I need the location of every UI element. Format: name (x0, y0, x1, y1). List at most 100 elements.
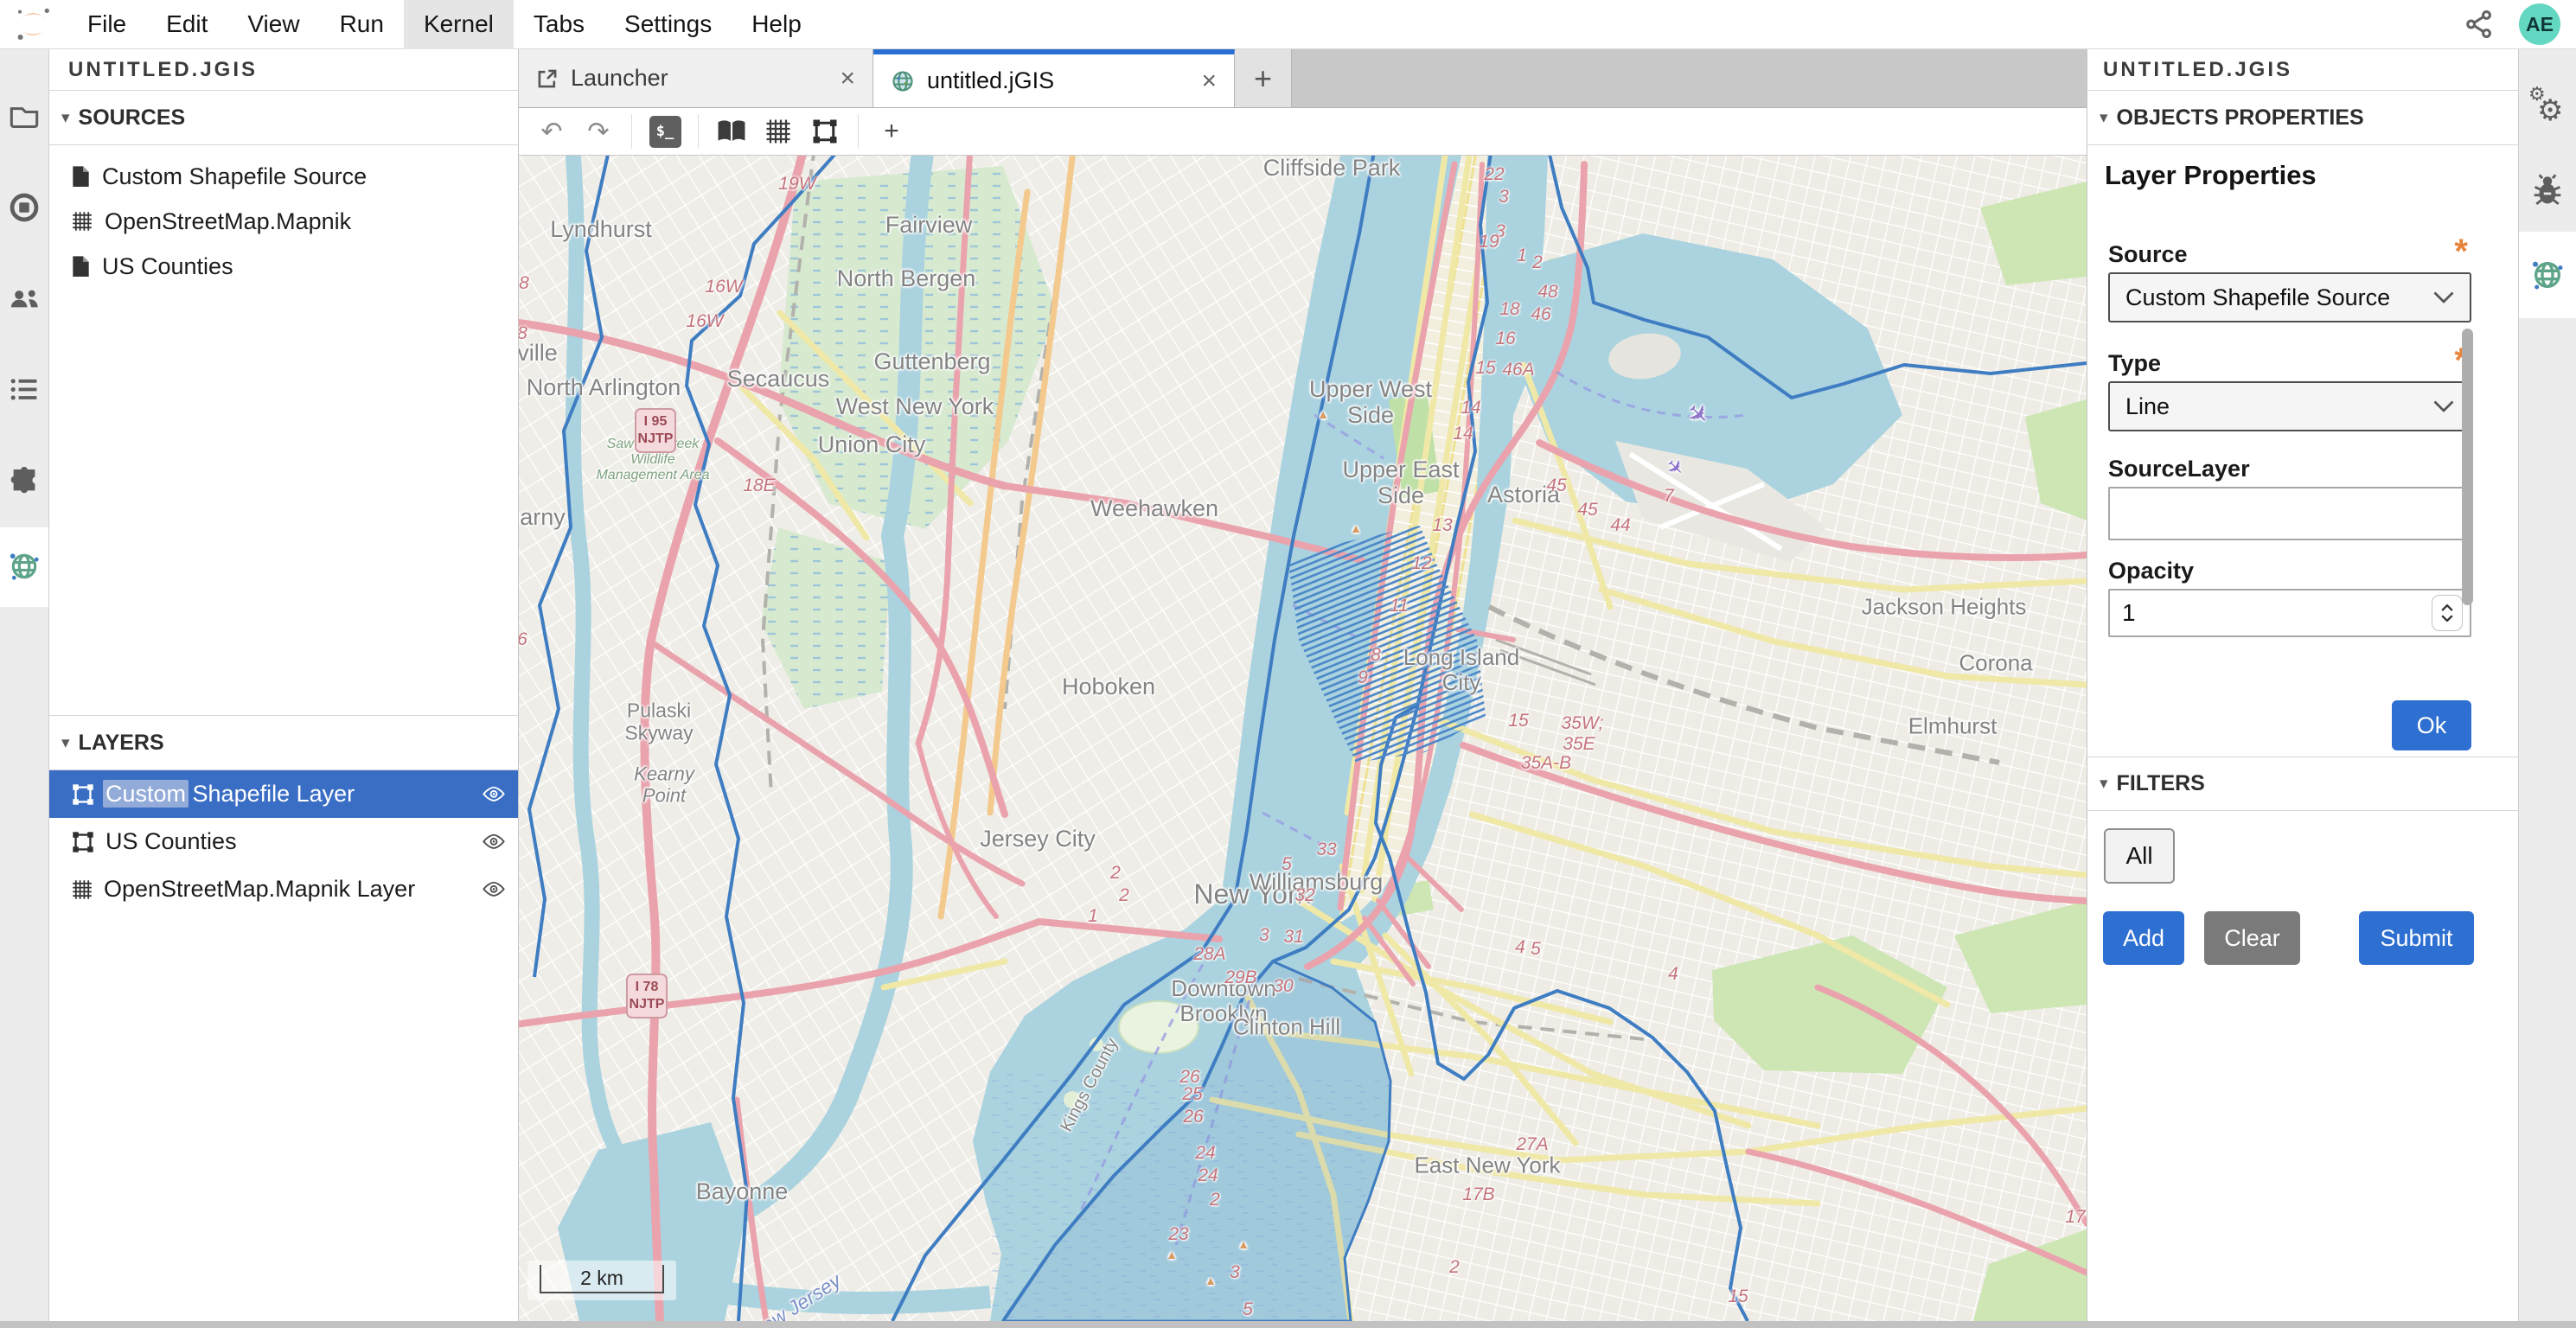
tab-untitled-jgis[interactable]: untitled.jGIS × (873, 49, 1235, 107)
caret-down-icon: ▾ (2100, 774, 2108, 794)
required-asterisk-icon: * (2454, 236, 2468, 260)
stepper-icon[interactable] (2432, 595, 2463, 631)
grid-icon (72, 211, 93, 232)
file-icon (72, 255, 90, 278)
table-of-contents-icon[interactable] (0, 359, 48, 419)
sourcelayer-input[interactable] (2108, 487, 2471, 540)
submit-filter-button[interactable]: Submit (2359, 911, 2474, 965)
close-icon[interactable]: × (840, 66, 855, 92)
source-field-label: Source (2108, 241, 2188, 268)
clear-filter-button[interactable]: Clear (2204, 911, 2300, 965)
renamed-word-highlight: Custom (103, 780, 189, 808)
redo-icon[interactable]: ↷ (578, 112, 619, 150)
right-panel-title: UNTITLED.JGIS (2087, 49, 2518, 91)
visibility-eye-icon[interactable] (482, 786, 506, 802)
toolbar-separator (631, 114, 632, 149)
ok-button[interactable]: Ok (2392, 700, 2471, 750)
opacity-number-field (2108, 589, 2471, 637)
close-icon[interactable]: × (1201, 68, 1217, 94)
caret-down-icon: ▾ (61, 733, 70, 753)
toolbar-separator (698, 114, 699, 149)
caret-down-icon: ▾ (61, 108, 70, 128)
layer-item-us-counties[interactable]: US Counties (49, 818, 518, 865)
left-panel-title: UNTITLED.JGIS (49, 49, 518, 91)
menu-run[interactable]: Run (320, 0, 404, 49)
menu-kernel[interactable]: Kernel (404, 0, 514, 49)
layer-properties-heading: Layer Properties (2105, 160, 2317, 191)
extensions-puzzle-icon[interactable] (0, 450, 48, 510)
sourcelayer-field-label: SourceLayer (2108, 456, 2250, 482)
basemap-grid-icon[interactable] (757, 112, 799, 150)
console-icon[interactable]: $_ (644, 112, 686, 150)
globe-icon (891, 69, 915, 93)
identify-book-icon[interactable] (711, 112, 752, 150)
source-item-us-counties[interactable]: US Counties (49, 244, 518, 289)
menu-help[interactable]: Help (732, 0, 821, 49)
type-field-label: Type (2108, 350, 2161, 377)
file-browser-icon[interactable] (0, 86, 48, 147)
map-art (519, 156, 2087, 1321)
add-filter-button[interactable]: Add (2103, 911, 2184, 965)
grid-icon (72, 879, 93, 900)
menu-bar: File Edit View Run Kernel Tabs Settings … (0, 0, 2576, 49)
panel-scrollbar[interactable] (2462, 329, 2473, 605)
add-layer-plus-icon[interactable]: + (871, 112, 912, 150)
layer-label: US Counties (105, 828, 237, 855)
caret-down-icon: ▾ (2100, 108, 2108, 128)
opacity-input[interactable] (2110, 599, 2404, 627)
debugger-bug-icon[interactable] (2519, 160, 2576, 220)
scalebar-label: 2 km (580, 1267, 623, 1290)
right-sidebar: UNTITLED.JGIS ▾ OBJECTS PROPERTIES Layer… (2087, 49, 2518, 1321)
running-kernels-icon[interactable] (0, 177, 48, 238)
avatar[interactable]: AE (2519, 3, 2560, 45)
layer-item-openstreetmap-mapnik[interactable]: OpenStreetMap.Mapnik Layer (49, 865, 518, 913)
type-select[interactable]: Line (2108, 381, 2471, 431)
filters-section-header[interactable]: ▾ FILTERS (2087, 757, 2518, 811)
property-inspector-gears-icon[interactable]: ⚙ ⚙ (2519, 75, 2576, 136)
share-icon[interactable] (2462, 7, 2496, 42)
vector-square-icon (72, 783, 94, 806)
visibility-eye-icon[interactable] (482, 881, 506, 897)
layer-label: Custom Shapefile Layer (105, 781, 355, 808)
jupytergis-globe-icon[interactable] (2519, 245, 2576, 305)
undo-icon[interactable]: ↶ (531, 112, 572, 150)
left-sidebar: UNTITLED.JGIS ▾ SOURCES Custom Shapefile… (49, 49, 519, 1321)
geometry-vector-square-icon[interactable] (804, 112, 846, 150)
visibility-eye-icon[interactable] (482, 833, 506, 850)
layers-section: ▾ LAYERS Custom Shapefile Layer US Count… (49, 715, 518, 913)
source-item-openstreetmap-mapnik[interactable]: OpenStreetMap.Mapnik (49, 199, 518, 244)
right-activity-bar: ⚙ ⚙ (2518, 49, 2576, 1321)
vector-square-icon (72, 831, 94, 853)
launcher-icon (536, 67, 559, 90)
window-bottom-border (0, 1321, 2576, 1328)
jupytergis-globe-icon[interactable] (0, 536, 48, 597)
menu-tabs[interactable]: Tabs (514, 0, 604, 49)
sources-list: Custom Shapefile Source OpenStreetMap.Ma… (49, 145, 518, 289)
opacity-field-label: Opacity (2108, 558, 2194, 584)
menu-settings[interactable]: Settings (604, 0, 732, 49)
source-item-custom-shapefile[interactable]: Custom Shapefile Source (49, 154, 518, 199)
left-activity-bar (0, 49, 49, 1321)
sources-section-header[interactable]: ▾ SOURCES (49, 91, 518, 145)
layer-label: OpenStreetMap.Mapnik Layer (104, 876, 415, 903)
filter-logic-chip[interactable]: All (2104, 828, 2175, 884)
objects-properties-header[interactable]: ▾ OBJECTS PROPERTIES (2087, 91, 2518, 145)
collaboration-users-icon[interactable] (0, 268, 48, 329)
map-canvas[interactable]: LyndhurstevilleNorth ArlingtonSecaucusNo… (519, 156, 2087, 1321)
layer-item-custom-shapefile[interactable]: Custom Shapefile Layer (49, 770, 518, 818)
source-select[interactable]: Custom Shapefile Source (2108, 272, 2471, 322)
dock-tab-bar: Launcher × untitled.jGIS × + (519, 49, 2087, 108)
toolbar-separator (858, 114, 859, 149)
jupyter-logo-icon (14, 7, 52, 42)
layers-section-header[interactable]: ▾ LAYERS (49, 716, 518, 770)
menu-view[interactable]: View (227, 0, 319, 49)
add-tab-button[interactable]: + (1235, 49, 1292, 107)
menu-edit[interactable]: Edit (146, 0, 227, 49)
chevron-down-icon (2433, 400, 2454, 412)
map-scalebar: 2 km (527, 1261, 676, 1300)
file-icon (72, 165, 90, 188)
chevron-down-icon (2433, 291, 2454, 303)
menu-file[interactable]: File (67, 0, 146, 49)
map-toolbar: ↶ ↷ $_ + (519, 108, 2087, 156)
tab-launcher[interactable]: Launcher × (519, 49, 873, 107)
